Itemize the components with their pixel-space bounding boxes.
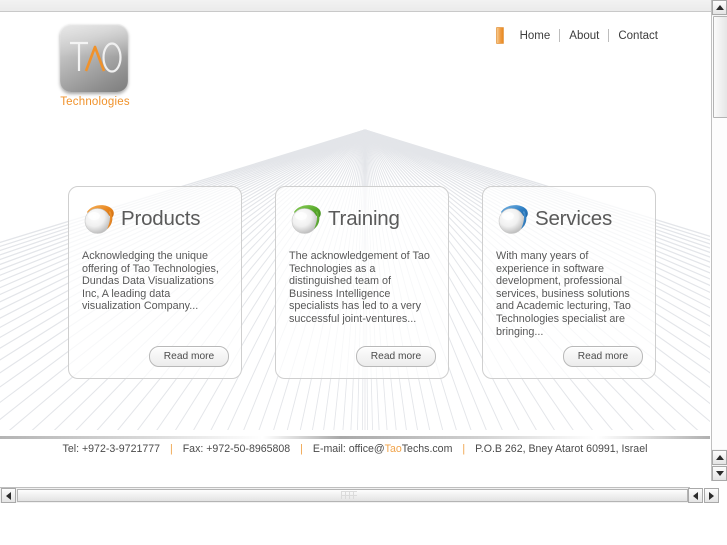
orb-icon-orange — [82, 202, 116, 235]
read-more-button[interactable]: Read more — [149, 346, 229, 367]
active-tab-marker-icon — [495, 27, 504, 44]
site-logo[interactable]: Technologies — [54, 24, 136, 108]
orb-icon-blue — [496, 202, 530, 235]
footer-address: P.O.B 262, Bney Atarot 60991, Israel — [475, 443, 648, 455]
scroll-up-arrow-icon-secondary[interactable] — [712, 450, 727, 465]
feature-cards: Products Acknowledging the unique offeri… — [0, 186, 710, 391]
card-title: Training — [328, 206, 400, 230]
footer-divider — [0, 436, 710, 439]
vertical-scrollbar-thumb[interactable] — [713, 16, 727, 118]
scroll-left-arrow-icon-secondary[interactable] — [688, 488, 703, 503]
card-products[interactable]: Products Acknowledging the unique offeri… — [68, 186, 242, 379]
vertical-scrollbar[interactable] — [711, 0, 727, 481]
footer-email-brand: Tao — [384, 443, 402, 455]
main-navigation: Home About Contact — [495, 27, 667, 44]
card-services[interactable]: Services With many years of experience i… — [482, 186, 656, 379]
browser-window: Technologies Home About Contact Products… — [0, 0, 727, 545]
scroll-up-arrow-icon[interactable] — [712, 0, 727, 15]
nav-item-home[interactable]: Home — [511, 30, 560, 42]
footer-tel: Tel: +972-3-9721777 — [62, 443, 161, 455]
footer-separator: | — [462, 443, 466, 455]
read-more-button[interactable]: Read more — [356, 346, 436, 367]
card-body-text: With many years of experience in softwar… — [496, 250, 631, 338]
resize-grip-icon — [341, 491, 357, 499]
tao-wordmark-icon — [70, 41, 122, 73]
footer-contact-bar: Tel: +972-3-9721777 | Fax: +972-50-89658… — [0, 443, 710, 455]
nav-item-about[interactable]: About — [560, 30, 608, 42]
browser-toolbar-strip — [0, 0, 711, 12]
scroll-right-arrow-icon[interactable] — [704, 488, 719, 503]
card-header: Services — [496, 198, 642, 238]
read-more-button[interactable]: Read more — [563, 346, 643, 367]
nav-item-contact[interactable]: Contact — [609, 30, 667, 42]
footer-email-prefix: E-mail: office@ — [312, 443, 385, 455]
card-training[interactable]: Training The acknowledgement of Tao Tech… — [275, 186, 449, 379]
card-header: Products — [82, 198, 228, 238]
logo-tile — [60, 24, 128, 92]
footer-separator: | — [169, 443, 173, 455]
scroll-down-arrow-icon[interactable] — [712, 466, 727, 481]
card-body-text: The acknowledgement of Tao Technologies … — [289, 250, 430, 325]
footer-email[interactable]: E-mail: office@TaoTechs.com — [313, 443, 453, 455]
card-body-text: Acknowledging the unique offering of Tao… — [82, 250, 219, 313]
page-content: Technologies Home About Contact Products… — [0, 12, 710, 482]
scroll-left-arrow-icon[interactable] — [1, 488, 16, 503]
card-title: Products — [121, 206, 201, 230]
footer-separator: | — [300, 443, 303, 455]
orb-icon-green — [289, 202, 323, 235]
card-header: Training — [289, 198, 435, 238]
footer-email-suffix: Techs.com — [401, 443, 453, 455]
card-title: Services — [535, 206, 613, 230]
footer-fax: Fax: +972-50-8965808 — [182, 443, 291, 455]
logo-caption: Technologies — [60, 96, 130, 108]
